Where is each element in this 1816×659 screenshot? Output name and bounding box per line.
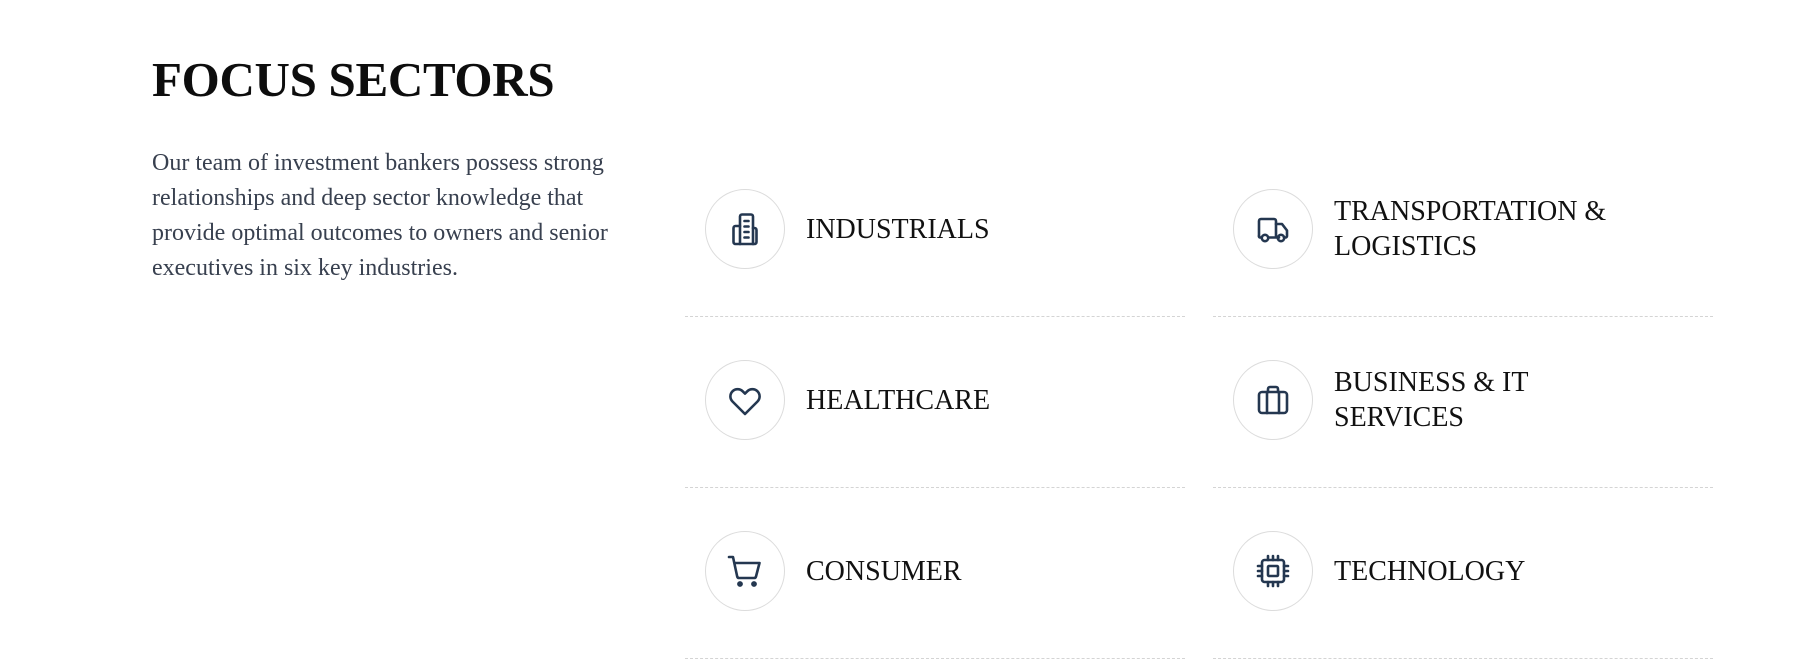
sector-label: TRANSPORTATION & LOGISTICS <box>1334 196 1607 262</box>
sector-item-consumer[interactable]: CONSUMER <box>685 488 1185 659</box>
heart-icon <box>729 387 761 416</box>
sector-item-technology[interactable]: TECHNOLOGY <box>1213 488 1713 659</box>
sector-icon-circle <box>705 531 785 611</box>
section-title: FOCUS SECTORS <box>152 52 555 107</box>
sector-icon-circle <box>1233 531 1313 611</box>
cpu-chip-icon <box>1256 554 1290 588</box>
sector-item-transportation-logistics[interactable]: TRANSPORTATION & LOGISTICS <box>1213 146 1713 317</box>
sectors-grid: INDUSTRIALS TRANSPORTATION & LOGISTICS H… <box>685 146 1713 659</box>
shopping-cart-icon <box>727 555 761 587</box>
truck-icon <box>1257 217 1289 243</box>
focus-sectors-section: FOCUS SECTORS Our team of investment ban… <box>0 0 1816 659</box>
sector-item-business-it-services[interactable]: BUSINESS & IT SERVICES <box>1213 317 1713 488</box>
section-description: Our team of investment bankers possess s… <box>152 150 608 281</box>
sector-label: CONSUMER <box>806 555 962 587</box>
sector-icon-circle <box>705 360 785 440</box>
sector-item-healthcare[interactable]: HEALTHCARE <box>685 317 1185 488</box>
sector-icon-circle <box>705 189 785 269</box>
sector-item-industrials[interactable]: INDUSTRIALS <box>685 146 1185 317</box>
sector-label: HEALTHCARE <box>806 384 991 416</box>
sector-label: BUSINESS & IT SERVICES <box>1334 367 1528 433</box>
briefcase-icon <box>1257 385 1289 415</box>
sector-label: TECHNOLOGY <box>1334 555 1526 587</box>
sector-icon-circle <box>1233 360 1313 440</box>
building-icon <box>732 213 758 246</box>
sector-icon-circle <box>1233 189 1313 269</box>
sector-label: INDUSTRIALS <box>806 213 990 245</box>
